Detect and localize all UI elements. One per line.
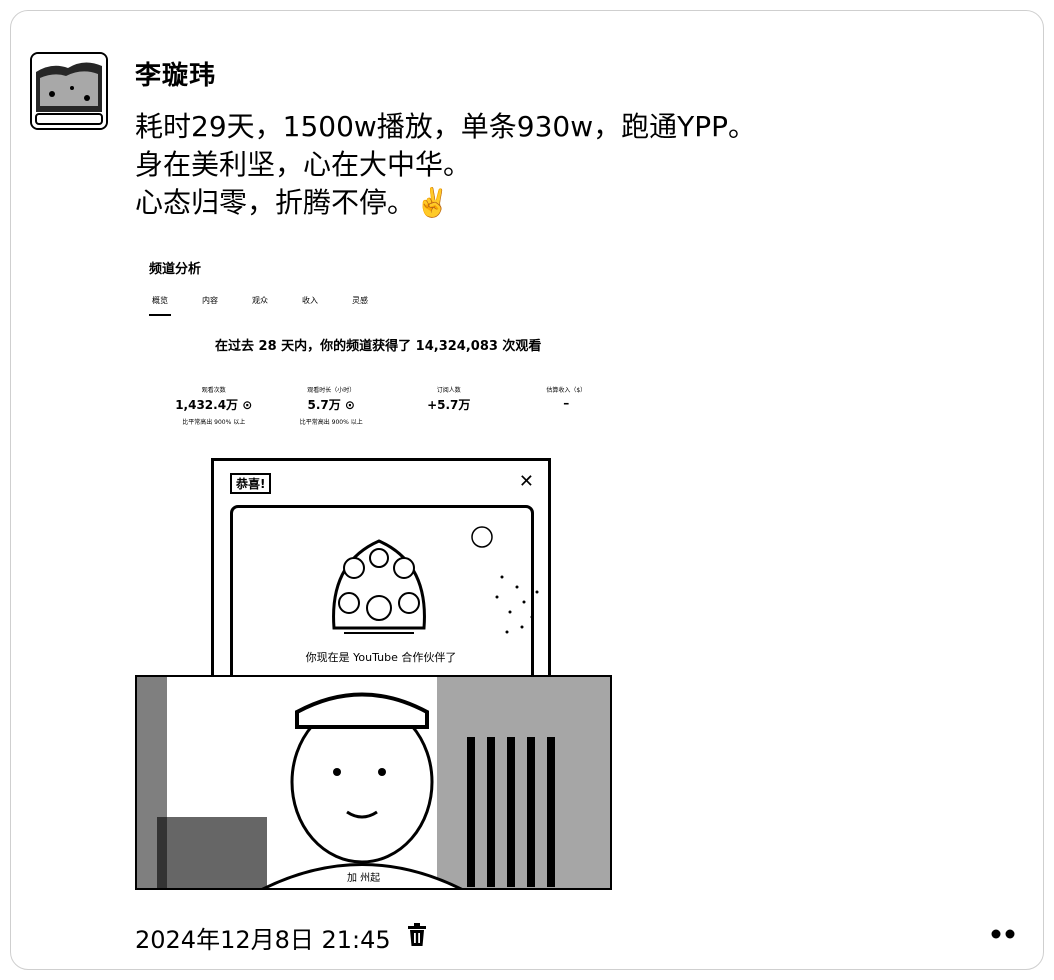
metric-value: +5.7万 — [427, 398, 471, 412]
analytics-tabs: 概览 内容 观众 收入 灵感 — [149, 295, 371, 316]
metric-label: 订阅人数 — [436, 387, 461, 394]
metric-watch-time: 观看时长（小时） 5.7万 ⊙ 比平常高出 900% 以上 — [273, 385, 391, 426]
metric-label: 观看时长（小时） — [307, 387, 356, 394]
tab-overview: 概览 — [149, 295, 171, 316]
attached-image[interactable]: 频道分析 概览 内容 观众 收入 灵感 在过去 28 天内，你的频道获得了 14… — [135, 240, 612, 890]
mascot-illustration — [332, 539, 426, 634]
metric-value: 5.7万 ⊙ — [307, 398, 356, 412]
metric-label: 观看次数 — [201, 387, 226, 394]
video-caption: 加 州起 — [347, 873, 381, 884]
metric-views: 观看次数 1,432.4万 ⊙ 比平常高出 900% 以上 — [155, 385, 273, 426]
post-line: 身在美利坚，心在大中华。 — [135, 148, 472, 181]
confetti-decoration — [471, 526, 539, 634]
tab-audience: 观众 — [252, 296, 268, 305]
metric-revenue: 估算收入（$） – — [508, 385, 626, 426]
post-text: 耗时29天，1500w播放，单条930w，跑通YPP。 身在美利坚，心在大中华。… — [135, 108, 756, 222]
tab-revenue: 收入 — [302, 296, 318, 305]
metric-sub: 比平常高出 900% 以上 — [182, 419, 246, 426]
post-line: 耗时29天，1500w播放，单条930w，跑通YPP。 — [135, 110, 757, 143]
analytics-title: 频道分析 — [149, 262, 202, 277]
tab-content: 内容 — [202, 296, 218, 305]
metric-subscribers: 订阅人数 +5.7万 — [390, 385, 508, 426]
video-frame: 加 州起 — [135, 675, 612, 890]
partner-dialog: 恭喜! ✕ 你现在是 YouTube 合作伙伴了 — [211, 458, 551, 685]
post-timestamp: 2024年12月8日 21:45 — [135, 926, 391, 954]
author-name[interactable]: 李璇玮 — [135, 55, 216, 92]
close-icon: ✕ — [518, 471, 534, 492]
tab-inspiration: 灵感 — [352, 296, 368, 305]
trash-icon[interactable] — [404, 922, 430, 948]
partner-message: 你现在是 YouTube 合作伙伴了 — [305, 651, 457, 664]
avatar[interactable] — [30, 52, 108, 130]
metric-value: 1,432.4万 ⊙ — [175, 398, 253, 412]
analytics-headline: 在过去 28 天内，你的频道获得了 14,324,083 次观看 — [215, 339, 542, 354]
metrics-row: 观看次数 1,432.4万 ⊙ 比平常高出 900% 以上 观看时长（小时） 5… — [155, 385, 625, 426]
metric-sub: 比平常高出 900% 以上 — [299, 419, 363, 426]
congrats-badge: 恭喜! — [230, 473, 272, 494]
post-line: 心态归零，折腾不停。✌️ — [135, 186, 450, 219]
more-icon[interactable] — [988, 926, 1018, 942]
metric-label: 估算收入（$） — [546, 387, 587, 394]
metric-value: – — [563, 396, 570, 410]
